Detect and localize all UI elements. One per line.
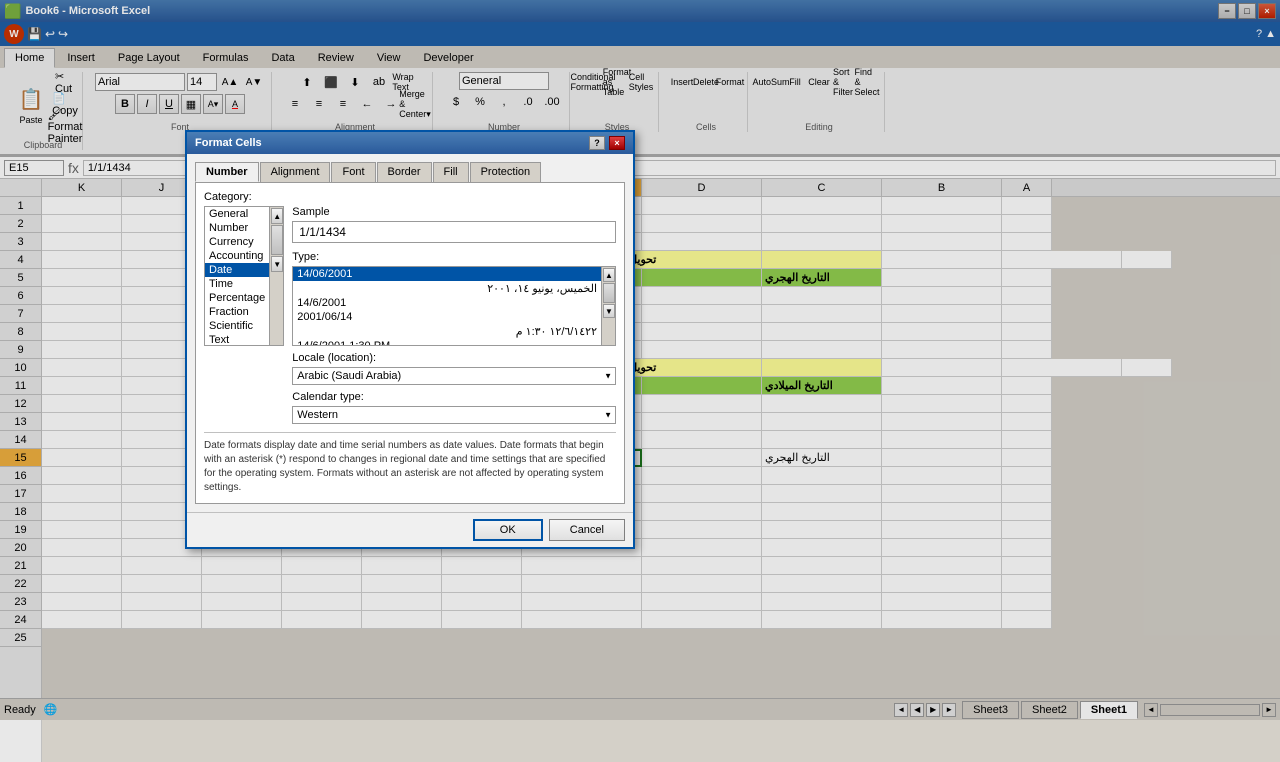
category-general[interactable]: General xyxy=(205,207,269,221)
type-item-3[interactable]: 2001/06/14 xyxy=(293,310,601,324)
calendar-label: Calendar type: xyxy=(292,391,616,403)
dialog-tab-number[interactable]: Number xyxy=(195,162,259,182)
category-percentage[interactable]: Percentage xyxy=(205,291,269,305)
category-time[interactable]: Time xyxy=(205,277,269,291)
sample-label: Sample xyxy=(292,206,616,218)
right-panel: Sample 1/1/1434 Type: 14/06/2001 الخميس،… xyxy=(292,206,616,424)
dialog-footer: OK Cancel xyxy=(187,512,633,547)
dialog-tab-border[interactable]: Border xyxy=(377,162,432,182)
dialog-help-button[interactable]: ? xyxy=(589,136,605,150)
locale-select[interactable]: Arabic (Saudi Arabia) xyxy=(292,367,616,385)
category-list[interactable]: General Number Currency Accounting Date … xyxy=(205,207,269,345)
category-currency[interactable]: Currency xyxy=(205,235,269,249)
dialog-tab-content: Category: General Number Currency Accoun… xyxy=(195,182,625,504)
category-section: General Number Currency Accounting Date … xyxy=(204,206,284,424)
dialog-title: Format Cells xyxy=(195,137,262,149)
category-scrollbar[interactable]: ▲ ▼ xyxy=(269,207,283,345)
category-date[interactable]: Date xyxy=(205,263,269,277)
locale-label: Locale (location): xyxy=(292,352,616,364)
dialog-overlay: Format Cells ? × Number Alignment Font B… xyxy=(0,0,1280,720)
category-number[interactable]: Number xyxy=(205,221,269,235)
category-text[interactable]: Text xyxy=(205,333,269,345)
dialog-body: Number Alignment Font Border Fill Protec… xyxy=(187,154,633,512)
calendar-select[interactable]: Western xyxy=(292,406,616,424)
calendar-select-wrapper: Western xyxy=(292,406,616,424)
category-label: Category: xyxy=(204,191,616,203)
sample-box: 1/1/1434 xyxy=(292,221,616,243)
type-label: Type: xyxy=(292,251,616,263)
cancel-button[interactable]: Cancel xyxy=(549,519,625,541)
dialog-tab-protection[interactable]: Protection xyxy=(470,162,542,182)
type-list-wrapper: 14/06/2001 الخميس، يونيو ١٤، ٢٠٠١ 14/6/2… xyxy=(292,266,616,346)
type-list-scrollbar[interactable]: ▲ ▼ xyxy=(601,267,615,345)
type-item-2[interactable]: 14/6/2001 xyxy=(293,296,601,310)
category-fraction[interactable]: Fraction xyxy=(205,305,269,319)
dialog-tab-alignment[interactable]: Alignment xyxy=(260,162,331,182)
format-cells-dialog: Format Cells ? × Number Alignment Font B… xyxy=(185,130,635,549)
category-list-wrapper: General Number Currency Accounting Date … xyxy=(204,206,284,346)
format-cells-body: General Number Currency Accounting Date … xyxy=(204,206,616,424)
dialog-tab-fill[interactable]: Fill xyxy=(433,162,469,182)
dialog-tab-list: Number Alignment Font Border Fill Protec… xyxy=(195,162,625,182)
type-list[interactable]: 14/06/2001 الخميس، يونيو ١٤، ٢٠٠١ 14/6/2… xyxy=(293,267,601,345)
dialog-close-button[interactable]: × xyxy=(609,136,625,150)
type-item-5[interactable]: 14/6/2001 1:30 PM xyxy=(293,339,601,345)
locale-select-wrapper: Arabic (Saudi Arabia) xyxy=(292,367,616,385)
category-scientific[interactable]: Scientific xyxy=(205,319,269,333)
description-box: Date formats display date and time seria… xyxy=(204,432,616,495)
type-item-0[interactable]: 14/06/2001 xyxy=(293,267,601,281)
dialog-tab-font[interactable]: Font xyxy=(331,162,375,182)
dialog-titlebar: Format Cells ? × xyxy=(187,132,633,154)
type-item-4[interactable]: ١٢/٦/١٤٢٢ ١:٣٠ م xyxy=(293,324,601,339)
category-accounting[interactable]: Accounting xyxy=(205,249,269,263)
type-item-1[interactable]: الخميس، يونيو ١٤، ٢٠٠١ xyxy=(293,281,601,296)
ok-button[interactable]: OK xyxy=(473,519,543,541)
